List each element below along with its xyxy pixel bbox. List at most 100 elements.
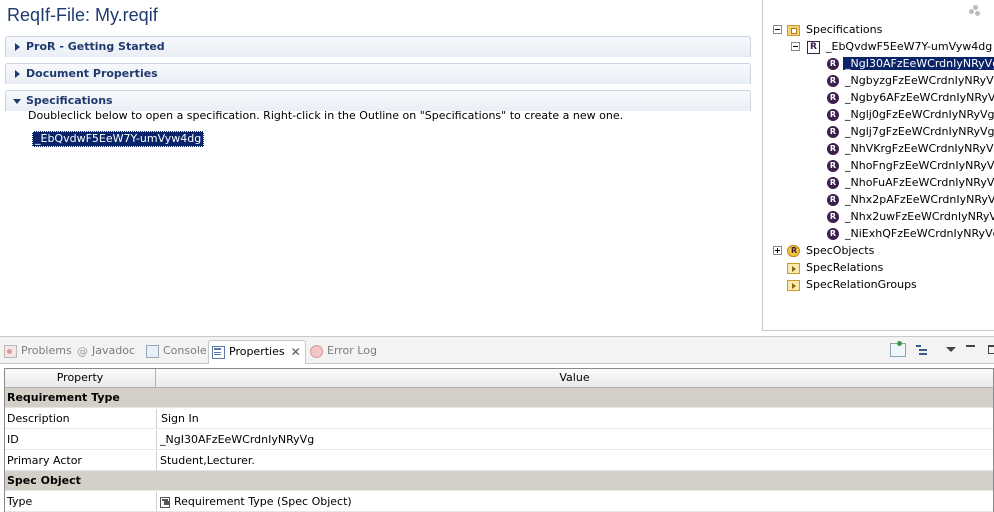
collapse-icon[interactable] — [773, 25, 782, 34]
tree-item-spec-object[interactable]: R _NhoFngFzEeWCrdnIyNRyVg — [827, 157, 994, 174]
collapse-triangle-icon[interactable] — [13, 99, 21, 104]
collapse-icon[interactable] — [791, 42, 800, 51]
section-document-properties[interactable]: Document Properties — [5, 63, 751, 84]
error-log-icon — [310, 344, 323, 358]
reqif-editor: ReqIf-File: My.reqif ProR - Getting Star… — [0, 0, 757, 330]
table-row[interactable]: Type Requirement Type (Spec Object) — [5, 491, 993, 512]
tree-item-spec-objects[interactable]: SpecObjects — [787, 242, 876, 259]
maximize-icon[interactable] — [988, 345, 994, 354]
specification-icon: R — [807, 40, 820, 54]
spec-object-icon: R — [827, 194, 839, 206]
table-row[interactable]: Primary Actor Student,Lecturer. — [5, 450, 993, 471]
category-row[interactable]: Spec Object — [5, 471, 993, 491]
pin-icon[interactable] — [890, 341, 906, 357]
expand-triangle-icon[interactable] — [15, 43, 20, 51]
expand-triangle-icon[interactable] — [15, 70, 20, 78]
view-menu-icon[interactable] — [946, 345, 956, 359]
tree-item-spec-object[interactable]: R _NhoFuAFzEeWCrdnIyNRyVg — [827, 174, 994, 191]
tree-item-label: SpecObjects — [806, 244, 875, 257]
editor-title: ReqIf-File: My.reqif — [7, 5, 158, 25]
specifications-hint: Doubleclick below to open a specificatio… — [28, 109, 624, 122]
spec-relations-icon — [787, 262, 800, 274]
table-row[interactable]: ID _NgI30AFzEeWCrdnIyNRyVg — [5, 429, 993, 450]
tree-item-label: _EbQvdwF5EeW7Y-umVyw4dg — [826, 40, 993, 53]
tree-item-label: SpecRelations — [806, 261, 884, 274]
property-name: Type — [7, 495, 33, 508]
folder-icon — [787, 24, 800, 36]
tree-item-spec-object[interactable]: R _NgI30AFzEeWCrdnIyNRyVg — [827, 55, 994, 72]
at-sign-icon: @ — [77, 344, 88, 358]
property-value[interactable]: _NgI30AFzEeWCrdnIyNRyVg — [156, 430, 990, 449]
tab-label: Error Log — [327, 344, 377, 357]
tree-item-label: _NhoFngFzEeWCrdnIyNRyVg — [845, 159, 994, 172]
outline-view: Specifications R _EbQvdwF5EeW7Y-umVyw4dg … — [762, 0, 994, 331]
tree-item-spec-object[interactable]: R _Ngby6AFzEeWCrdnIyNRyVg — [827, 89, 994, 106]
spec-object-icon: R — [827, 228, 839, 240]
spec-object-icon: R — [827, 177, 839, 189]
categories-icon[interactable] — [915, 343, 931, 357]
section-document-properties-label[interactable]: Document Properties — [26, 67, 158, 80]
spec-objects-icon — [787, 245, 800, 257]
tree-item-label: _NgbyzgFzEeWCrdnIyNRyVg — [845, 74, 994, 87]
problems-icon — [4, 344, 17, 358]
minimize-icon[interactable] — [966, 345, 976, 359]
tree-item-spec-object[interactable]: R _NiExhQFzEeWCrdnIyNRyVg — [827, 225, 994, 242]
tree-item-spec-relation-groups[interactable]: SpecRelationGroups — [787, 276, 919, 293]
property-value[interactable]: Requirement Type (Spec Object) — [156, 492, 990, 511]
specification-link[interactable]: _EbQvdwF5EeW7Y-umVyw4dg — [32, 131, 205, 147]
category-label: Spec Object — [7, 474, 81, 487]
tree-item-spec-object[interactable]: R _Nglj7gFzEeWCrdnIyNRyVg — [827, 123, 994, 140]
properties-panel: Problems @ Javadoc Console Properties ✕ Er… — [0, 336, 994, 512]
spec-object-icon: R — [827, 92, 839, 104]
tree-item-label: _NhoFuAFzEeWCrdnIyNRyVg — [845, 176, 994, 189]
tree-item-spec-object[interactable]: R _NhVKrgFzEeWCrdnIyNRyVg — [827, 140, 994, 157]
spec-object-icon: R — [827, 211, 839, 223]
section-specifications[interactable]: Specifications — [5, 90, 751, 111]
expand-icon[interactable] — [773, 246, 782, 255]
tree-item-spec-relations[interactable]: SpecRelations — [787, 259, 885, 276]
close-icon[interactable]: ✕ — [291, 341, 301, 363]
column-header-value[interactable]: Value — [156, 369, 993, 387]
tab-console[interactable]: Console — [146, 340, 207, 362]
section-getting-started[interactable]: ProR - Getting Started — [5, 36, 751, 57]
view-tab-bar: Problems @ Javadoc Console Properties ✕ Er… — [0, 337, 994, 364]
tree-item-spec-root[interactable]: R _EbQvdwF5EeW7Y-umVyw4dg — [807, 38, 994, 55]
tab-properties[interactable]: Properties ✕ — [208, 340, 306, 364]
tree-item-spec-object[interactable]: R _Nhx2pAFzEeWCrdnIyNRyVg — [827, 191, 994, 208]
table-row[interactable]: Description Sign In — [5, 408, 993, 429]
tab-javadoc[interactable]: @ Javadoc — [77, 340, 135, 362]
spec-object-icon: R — [827, 126, 839, 138]
tree-item-label: _Nglj7gFzEeWCrdnIyNRyVg — [845, 125, 994, 138]
value-text: Requirement Type (Spec Object) — [174, 495, 352, 508]
tree-item-label: _Nglj0gFzEeWCrdnIyNRyVg — [845, 108, 994, 121]
property-table: Property Value Requirement Type Descript… — [4, 368, 994, 512]
category-row[interactable]: Requirement Type — [5, 388, 993, 408]
property-value[interactable]: Sign In — [156, 409, 990, 428]
tree-item-label: _Ngby6AFzEeWCrdnIyNRyVg — [845, 91, 994, 104]
section-specifications-label[interactable]: Specifications — [26, 94, 113, 107]
requirement-type-icon — [160, 496, 170, 508]
console-icon — [146, 344, 159, 358]
tree-item-label: _Nhx2uwFzEeWCrdnIyNRyVg — [845, 210, 994, 223]
tree-item-spec-object[interactable]: R _Nglj0gFzEeWCrdnIyNRyVg — [827, 106, 994, 123]
property-value[interactable]: Student,Lecturer. — [156, 451, 990, 470]
value-text: Sign In — [161, 412, 199, 425]
tab-label: Problems — [21, 344, 72, 357]
spec-object-icon: R — [827, 58, 839, 70]
column-header-property[interactable]: Property — [5, 369, 156, 387]
spec-object-icon: R — [827, 143, 839, 155]
tab-problems[interactable]: Problems — [4, 340, 72, 362]
section-getting-started-label[interactable]: ProR - Getting Started — [26, 40, 165, 53]
spec-relation-groups-icon — [787, 279, 800, 291]
spec-object-icon: R — [827, 109, 839, 121]
tree-item-label: _NgI30AFzEeWCrdnIyNRyVg — [843, 57, 994, 70]
tab-label: Console — [163, 344, 207, 357]
tree-item-spec-object[interactable]: R _NgbyzgFzEeWCrdnIyNRyVg — [827, 72, 994, 89]
tab-error-log[interactable]: Error Log — [310, 340, 377, 362]
tree-item-label: _NiExhQFzEeWCrdnIyNRyVg — [845, 227, 994, 240]
property-name: ID — [7, 433, 19, 446]
view-menu-icon[interactable] — [967, 4, 983, 18]
tree-item-spec-object[interactable]: R _Nhx2uwFzEeWCrdnIyNRyVg — [827, 208, 994, 225]
tab-label: Javadoc — [92, 344, 135, 357]
tree-item-specifications[interactable]: Specifications — [787, 21, 884, 38]
